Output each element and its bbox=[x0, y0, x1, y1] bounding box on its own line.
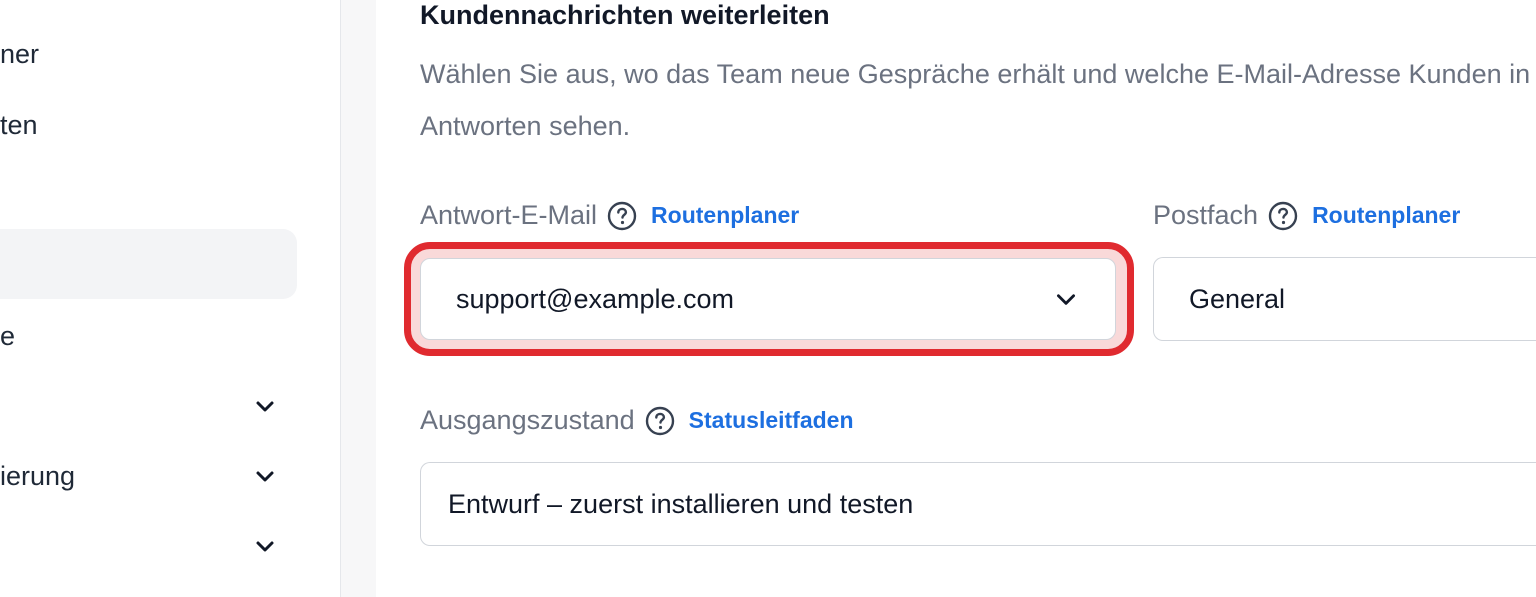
chevron-down-icon[interactable] bbox=[253, 464, 277, 488]
sidebar-item-active[interactable] bbox=[0, 229, 297, 299]
chevron-down-icon bbox=[1057, 294, 1075, 305]
sidebar-item-4[interactable]: e bbox=[0, 301, 297, 371]
mailbox-select[interactable]: General bbox=[1153, 257, 1536, 341]
initial-state-select[interactable]: Entwurf – zuerst installieren und testen bbox=[420, 462, 1536, 546]
sidebar-item-6[interactable]: ierung bbox=[0, 441, 297, 511]
sidebar: ner ten e ierung bbox=[0, 0, 341, 597]
sidebar-item-1[interactable]: ner bbox=[0, 19, 297, 89]
content-gutter bbox=[341, 0, 376, 597]
initial-state-label-row: Ausgangszustand Statusleitfaden bbox=[420, 405, 854, 436]
reply-email-select[interactable]: support@example.com bbox=[420, 258, 1116, 340]
sidebar-item-7[interactable] bbox=[0, 511, 297, 581]
mailbox-value: General bbox=[1189, 283, 1286, 314]
reply-email-value: support@example.com bbox=[456, 283, 735, 314]
chevron-down-icon[interactable] bbox=[253, 534, 277, 558]
help-icon[interactable] bbox=[645, 406, 675, 436]
mailbox-label-row: Postfach Routenplaner bbox=[1153, 200, 1460, 231]
sidebar-item-label: ner bbox=[0, 38, 40, 69]
main-content: Kundennachrichten weiterleiten Wählen Si… bbox=[376, 0, 1536, 597]
mailbox-routenplaner-link[interactable]: Routenplaner bbox=[1312, 202, 1460, 229]
section-description: Wählen Sie aus, wo das Team neue Gespräc… bbox=[420, 59, 1531, 141]
reply-email-label-row: Antwort-E-Mail Routenplaner bbox=[420, 200, 799, 231]
mailbox-label: Postfach bbox=[1153, 200, 1259, 230]
reply-email-label: Antwort-E-Mail bbox=[420, 200, 598, 230]
sidebar-item-label: ierung bbox=[0, 460, 76, 491]
section-title: Kundennachrichten weiterleiten bbox=[420, 0, 830, 30]
sidebar-item-label: e bbox=[0, 320, 16, 351]
chevron-down-icon[interactable] bbox=[253, 394, 277, 418]
sidebar-item-label: ten bbox=[0, 109, 38, 140]
sidebar-item-5[interactable] bbox=[0, 371, 297, 441]
help-icon[interactable] bbox=[1268, 201, 1298, 231]
statusleitfaden-link[interactable]: Statusleitfaden bbox=[689, 407, 854, 434]
reply-email-routenplaner-link[interactable]: Routenplaner bbox=[651, 202, 799, 229]
initial-state-label: Ausgangszustand bbox=[420, 405, 635, 435]
sidebar-item-2[interactable]: ten bbox=[0, 90, 297, 160]
help-icon[interactable] bbox=[607, 201, 637, 231]
initial-state-value: Entwurf – zuerst installieren und testen bbox=[448, 488, 914, 519]
